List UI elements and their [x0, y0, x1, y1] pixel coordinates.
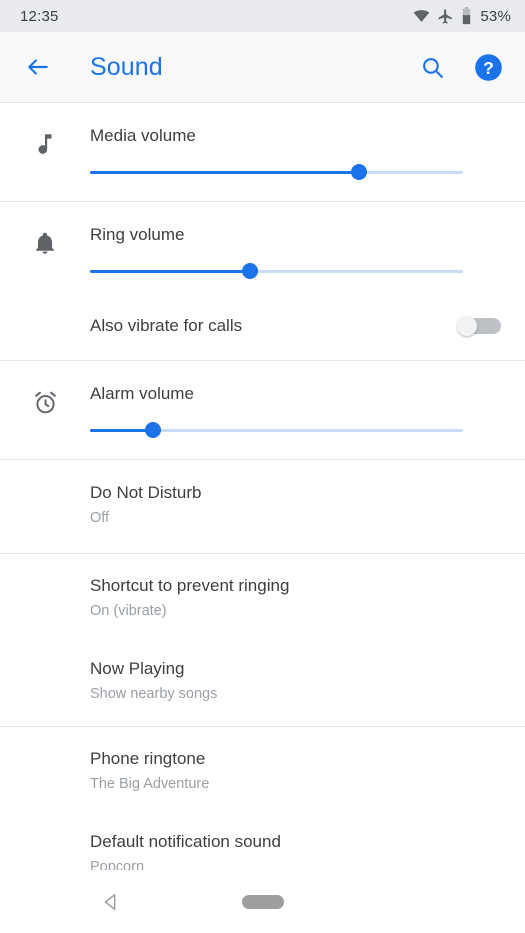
toolbar: Sound ? [0, 32, 525, 102]
alarm-volume-body: Alarm volume [90, 383, 525, 439]
alarm-clock-icon [34, 391, 56, 414]
shortcut-prevent-ringing-row[interactable]: Shortcut to prevent ringing On (vibrate) [0, 554, 525, 644]
media-volume-slider[interactable] [90, 164, 501, 181]
now-playing-title: Now Playing [90, 658, 185, 678]
media-volume-body: Media volume [90, 125, 525, 181]
also-vibrate-toggle[interactable] [457, 316, 501, 337]
svg-text:?: ? [483, 57, 494, 77]
back-arrow-icon [28, 59, 48, 75]
nav-back-button[interactable] [100, 891, 122, 913]
now-playing-subtitle: Show nearby songs [90, 685, 218, 702]
status-bar: 12:35 53% [0, 0, 525, 32]
dnd-body: Do Not Disturb Off [90, 482, 525, 529]
settings-list: Media volume Ring volume Also vibrate fo… [0, 102, 525, 870]
media-volume-row[interactable]: Media volume [0, 103, 525, 201]
default-notification-sound-row[interactable]: Default notification sound Popcorn [0, 817, 525, 870]
now-playing-row[interactable]: Now Playing Show nearby songs [0, 644, 525, 727]
ring-slider-fill [90, 270, 251, 273]
media-slider-thumb[interactable] [350, 164, 367, 181]
airplane-mode-icon [438, 8, 453, 24]
phone-ringtone-row[interactable]: Phone ringtone The Big Adventure [0, 727, 525, 817]
dnd-title: Do Not Disturb [90, 483, 202, 503]
notification-sound-title: Default notification sound [90, 832, 281, 851]
search-icon [422, 57, 443, 78]
notification-sound-body: Default notification sound Popcorn [90, 831, 525, 870]
music-note-icon [38, 134, 52, 154]
ring-volume-label: Ring volume [90, 225, 185, 245]
alarm-volume-slider[interactable] [90, 422, 501, 439]
ring-slider-thumb[interactable] [242, 263, 259, 280]
alarm-volume-label: Alarm volume [90, 384, 194, 404]
alarm-slider-fill [90, 429, 154, 432]
media-slider-fill [90, 171, 359, 174]
ringtone-title: Phone ringtone [90, 749, 206, 769]
ringtone-subtitle: The Big Adventure [90, 776, 210, 793]
shortcut-subtitle: On (vibrate) [90, 603, 167, 620]
back-triangle-icon [104, 893, 116, 910]
alarm-slider-thumb[interactable] [145, 422, 162, 439]
vibrate-body: Also vibrate for calls [90, 315, 457, 337]
status-time: 12:35 [20, 7, 59, 25]
also-vibrate-for-calls-row[interactable]: Also vibrate for calls [0, 292, 525, 360]
dnd-subtitle: Off [90, 510, 110, 527]
help-button[interactable]: ? [467, 46, 509, 88]
ring-volume-body: Ring volume [90, 224, 525, 280]
search-button[interactable] [411, 46, 453, 88]
ring-volume-icon-cell [0, 224, 90, 256]
alarm-volume-icon-cell [0, 383, 90, 416]
navigation-bar [0, 870, 525, 933]
ringtone-body: Phone ringtone The Big Adventure [90, 748, 525, 795]
bell-icon [36, 232, 54, 254]
notification-sound-subtitle: Popcorn [90, 859, 145, 870]
battery-percent: 53% [480, 7, 511, 25]
ring-volume-row[interactable]: Ring volume [0, 202, 525, 292]
media-volume-label: Media volume [90, 126, 196, 145]
page-title: Sound [90, 52, 163, 81]
nav-home-button[interactable] [241, 894, 284, 909]
media-volume-icon-cell [0, 125, 90, 157]
shortcut-title: Shortcut to prevent ringing [90, 576, 290, 596]
status-icons: 53% [413, 7, 511, 25]
back-button[interactable] [18, 47, 58, 87]
now-playing-body: Now Playing Show nearby songs [90, 658, 525, 705]
shortcut-body: Shortcut to prevent ringing On (vibrate) [90, 575, 525, 622]
help-icon: ? [474, 53, 502, 81]
do-not-disturb-row[interactable]: Do Not Disturb Off [0, 460, 525, 553]
also-vibrate-label: Also vibrate for calls [90, 316, 243, 336]
wifi-icon [414, 9, 430, 22]
battery-icon [463, 7, 471, 25]
ring-volume-slider[interactable] [90, 263, 501, 280]
alarm-volume-row[interactable]: Alarm volume [0, 361, 525, 459]
